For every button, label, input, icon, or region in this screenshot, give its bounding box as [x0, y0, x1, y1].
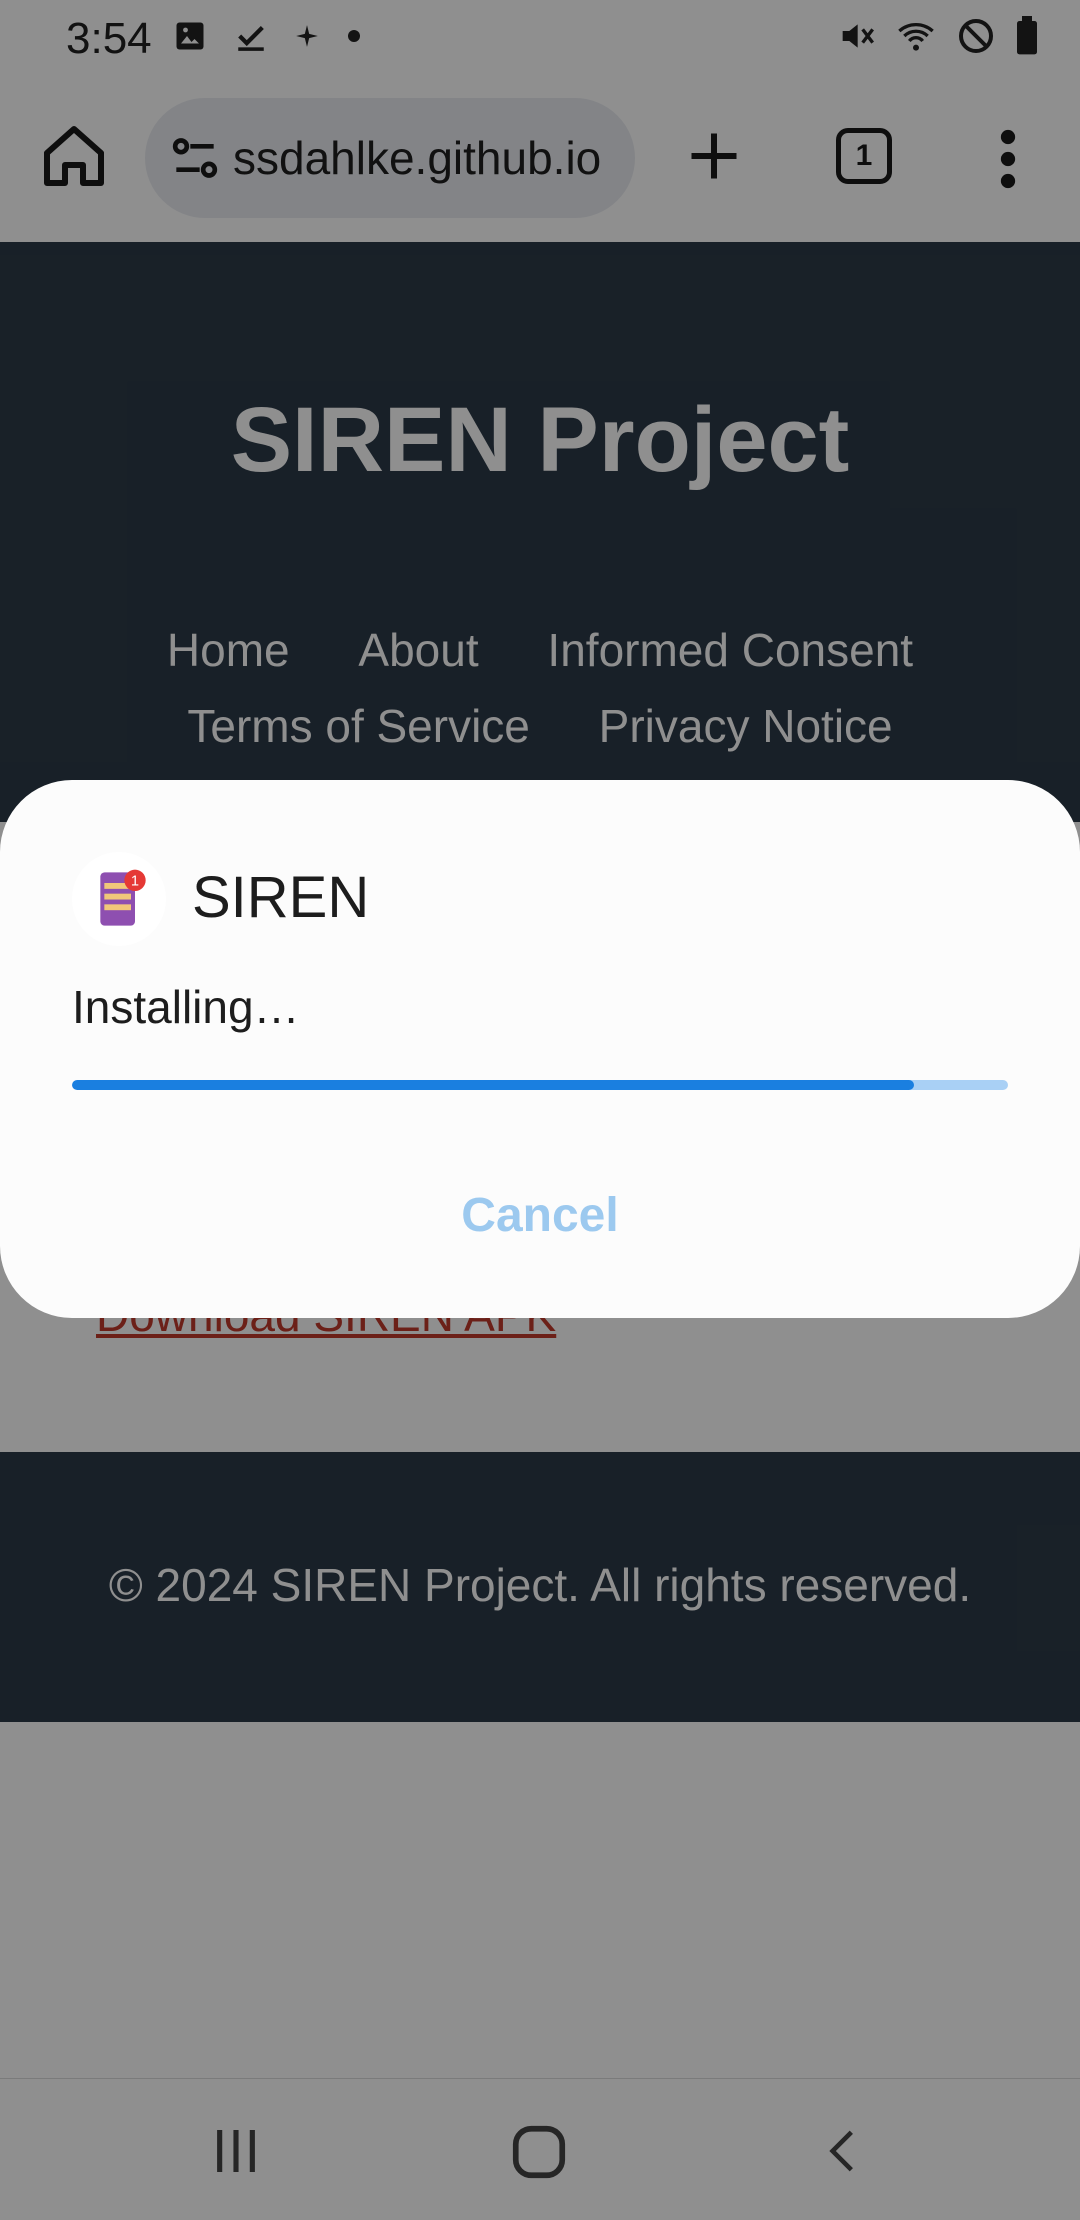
screen: 3:54 ssdahlke.github.io 1 SIREN Project …	[0, 0, 1080, 2220]
app-icon: 1	[72, 852, 166, 946]
svg-text:1: 1	[131, 874, 139, 890]
install-status: Installing…	[72, 981, 300, 1033]
install-dialog: 1 SIREN Installing… Cancel	[0, 780, 1080, 1318]
siren-app-icon: 1	[100, 869, 146, 926]
install-progress-fill	[72, 1080, 915, 1090]
cancel-button[interactable]: Cancel	[390, 1170, 690, 1260]
app-name: SIREN	[192, 865, 370, 930]
install-progress-bar	[72, 1080, 1008, 1090]
